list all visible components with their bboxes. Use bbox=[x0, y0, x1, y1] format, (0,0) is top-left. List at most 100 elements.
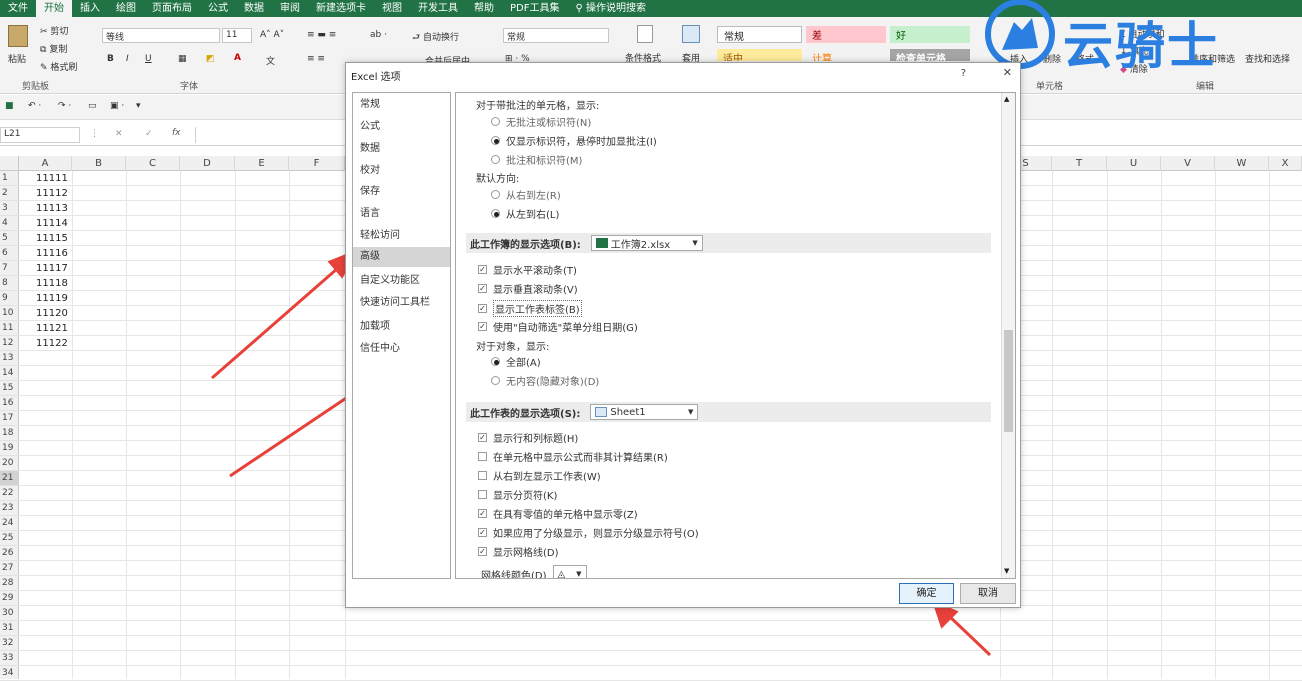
radio-icon bbox=[491, 155, 500, 164]
excel-file-icon bbox=[595, 238, 608, 248]
workbook-select-value: 工作簿2.xlsx bbox=[610, 239, 671, 251]
scrollbar-thumb[interactable] bbox=[1004, 330, 1013, 432]
chevron-down-icon: ▼ bbox=[687, 408, 694, 416]
checkbox-label: 使用"自动筛选"菜单分组日期(G) bbox=[493, 323, 638, 334]
checkbox-checked-icon: ✓ bbox=[478, 509, 487, 518]
nav-formulas[interactable]: 公式 bbox=[353, 117, 450, 137]
ok-button[interactable]: 确定 bbox=[899, 583, 954, 604]
scroll-down-icon[interactable]: ▼ bbox=[1004, 567, 1009, 575]
options-nav: 常规 公式 数据 校对 保存 语言 轻松访问 高级 自定义功能区 快速访问工具栏… bbox=[352, 92, 451, 579]
chk-show-zeros[interactable]: ✓ 在具有零值的单元格中显示零(Z) bbox=[478, 506, 638, 521]
arrow-to-ok bbox=[946, 613, 992, 657]
options-scrollbar[interactable]: ▲ ▼ bbox=[1001, 93, 1015, 578]
chk-page-breaks[interactable]: 显示分页符(K) bbox=[478, 487, 557, 502]
sheet-display-section: 此工作表的显示选项(S): Sheet1 ▼ bbox=[466, 402, 991, 422]
workbook-section-title: 此工作簿的显示选项(B): bbox=[470, 239, 581, 251]
checkbox-label: 显示分页符(K) bbox=[493, 491, 558, 502]
checkbox-icon bbox=[478, 452, 487, 461]
chevron-down-icon: ▼ bbox=[576, 570, 582, 578]
radio-selected-icon bbox=[491, 136, 500, 145]
radio-icon bbox=[491, 376, 500, 385]
radio-label: 从左到右(L) bbox=[506, 210, 560, 221]
cancel-button[interactable]: 取消 bbox=[960, 583, 1016, 604]
radio-icon bbox=[491, 117, 500, 126]
chk-outline-symbols[interactable]: ✓ 如果应用了分级显示，则显示分级显示符号(O) bbox=[478, 525, 699, 540]
close-icon[interactable]: ✕ bbox=[1003, 66, 1012, 79]
checkbox-checked-icon: ✓ bbox=[478, 304, 487, 313]
gridline-color-picker[interactable]: ◬ ▼ bbox=[552, 565, 587, 579]
nav-trust-center[interactable]: 信任中心 bbox=[353, 339, 450, 359]
checkbox-icon bbox=[478, 471, 487, 480]
checkbox-checked-icon: ✓ bbox=[478, 284, 487, 293]
nav-addins[interactable]: 加载项 bbox=[353, 317, 450, 337]
excel-options-dialog: Excel 选项 ? ✕ 常规 公式 数据 校对 保存 语言 轻松访问 高级 自… bbox=[345, 62, 1021, 608]
workbook-display-section: 此工作簿的显示选项(B): 工作簿2.xlsx ▼ bbox=[466, 233, 991, 253]
chk-row-col-headers[interactable]: ✓ 显示行和列标题(H) bbox=[478, 430, 578, 445]
sheet-select-value: Sheet1 bbox=[610, 406, 646, 418]
chk-show-formulas[interactable]: 在单元格中显示公式而非其计算结果(R) bbox=[478, 449, 668, 464]
direction-label: 默认方向: bbox=[476, 174, 520, 185]
radio-label: 仅显示标识符，悬停时加显批注(I) bbox=[506, 137, 657, 148]
sheet-select[interactable]: Sheet1 ▼ bbox=[590, 404, 699, 420]
radio-comments-indicators[interactable]: 批注和标识符(M) bbox=[491, 152, 582, 167]
checkbox-checked-icon: ✓ bbox=[478, 528, 487, 537]
chk-right-to-left-sheet[interactable]: 从右到左显示工作表(W) bbox=[478, 468, 601, 483]
radio-label: 全部(A) bbox=[506, 358, 541, 369]
chk-horizontal-scroll[interactable]: ✓ 显示水平滚动条(T) bbox=[478, 262, 577, 277]
nav-accessibility[interactable]: 轻松访问 bbox=[353, 226, 450, 246]
radio-left-to-right[interactable]: 从左到右(L) bbox=[491, 206, 559, 221]
radio-selected-icon bbox=[491, 357, 500, 366]
chk-sheet-tabs[interactable]: ✓ 显示工作表标签(B) bbox=[478, 300, 582, 317]
radio-right-to-left[interactable]: 从右到左(R) bbox=[491, 187, 561, 202]
radio-objects-all[interactable]: 全部(A) bbox=[491, 354, 541, 369]
chk-vertical-scroll[interactable]: ✓ 显示垂直滚动条(V) bbox=[478, 281, 578, 296]
gridline-color-label: 网格线颜色(D) bbox=[481, 570, 547, 579]
checkbox-label: 显示网格线(D) bbox=[493, 548, 559, 559]
radio-objects-hide[interactable]: 无内容(隐藏对象)(D) bbox=[491, 373, 599, 388]
nav-quick-access[interactable]: 快速访问工具栏 bbox=[353, 293, 450, 313]
nav-data[interactable]: 数据 bbox=[353, 139, 450, 159]
checkbox-label: 显示水平滚动条(T) bbox=[493, 266, 577, 277]
help-icon[interactable]: ? bbox=[961, 68, 966, 79]
scroll-up-icon[interactable]: ▲ bbox=[1004, 95, 1009, 103]
nav-proofing[interactable]: 校对 bbox=[353, 161, 450, 181]
radio-label: 从右到左(R) bbox=[506, 191, 561, 202]
radio-label: 无内容(隐藏对象)(D) bbox=[506, 377, 600, 388]
comments-label: 对于带批注的单元格，显示: bbox=[476, 101, 600, 112]
chk-gridlines[interactable]: ✓ 显示网格线(D) bbox=[478, 544, 559, 559]
checkbox-label: 如果应用了分级显示，则显示分级显示符号(O) bbox=[493, 529, 699, 540]
checkbox-label: 在具有零值的单元格中显示零(Z) bbox=[493, 510, 638, 521]
workbook-select[interactable]: 工作簿2.xlsx ▼ bbox=[590, 235, 703, 251]
checkbox-checked-icon: ✓ bbox=[478, 265, 487, 274]
sheet-section-title: 此工作表的显示选项(S): bbox=[470, 408, 581, 420]
checkbox-label: 显示垂直滚动条(V) bbox=[493, 285, 578, 296]
nav-save[interactable]: 保存 bbox=[353, 182, 450, 202]
gridline-color-row: 网格线颜色(D) ◬ ▼ bbox=[481, 565, 587, 579]
checkbox-label: 从右到左显示工作表(W) bbox=[493, 472, 601, 483]
radio-no-comments[interactable]: 无批注或标识符(N) bbox=[491, 114, 591, 129]
worksheet-icon bbox=[595, 407, 608, 417]
chevron-down-icon: ▼ bbox=[692, 239, 698, 247]
checkbox-checked-icon: ✓ bbox=[478, 547, 487, 556]
radio-label: 批注和标识符(M) bbox=[506, 156, 583, 167]
checkbox-label: 显示工作表标签(B) bbox=[493, 300, 582, 317]
checkbox-label: 在单元格中显示公式而非其计算结果(R) bbox=[493, 453, 668, 464]
checkbox-icon bbox=[478, 490, 487, 499]
nav-general[interactable]: 常规 bbox=[353, 95, 450, 115]
paint-bucket-icon: ◬ bbox=[557, 568, 566, 579]
arrow-to-advanced bbox=[211, 266, 339, 380]
radio-label: 无批注或标识符(N) bbox=[506, 118, 592, 129]
objects-label: 对于对象，显示: bbox=[476, 342, 550, 353]
radio-indicators-only[interactable]: 仅显示标识符，悬停时加显批注(I) bbox=[491, 133, 657, 148]
advanced-options-panel: 对于带批注的单元格，显示: 无批注或标识符(N) 仅显示标识符，悬停时加显批注(… bbox=[455, 92, 1016, 579]
radio-selected-icon bbox=[491, 209, 500, 218]
nav-language[interactable]: 语言 bbox=[353, 204, 450, 224]
nav-customize-ribbon[interactable]: 自定义功能区 bbox=[353, 271, 450, 291]
nav-advanced[interactable]: 高级 bbox=[353, 247, 450, 267]
checkbox-checked-icon: ✓ bbox=[478, 433, 487, 442]
checkbox-checked-icon: ✓ bbox=[478, 322, 487, 331]
radio-icon bbox=[491, 190, 500, 199]
dialog-title: Excel 选项 bbox=[351, 72, 401, 83]
chk-autofilter-dates[interactable]: ✓ 使用"自动筛选"菜单分组日期(G) bbox=[478, 319, 638, 334]
checkbox-label: 显示行和列标题(H) bbox=[493, 434, 579, 445]
